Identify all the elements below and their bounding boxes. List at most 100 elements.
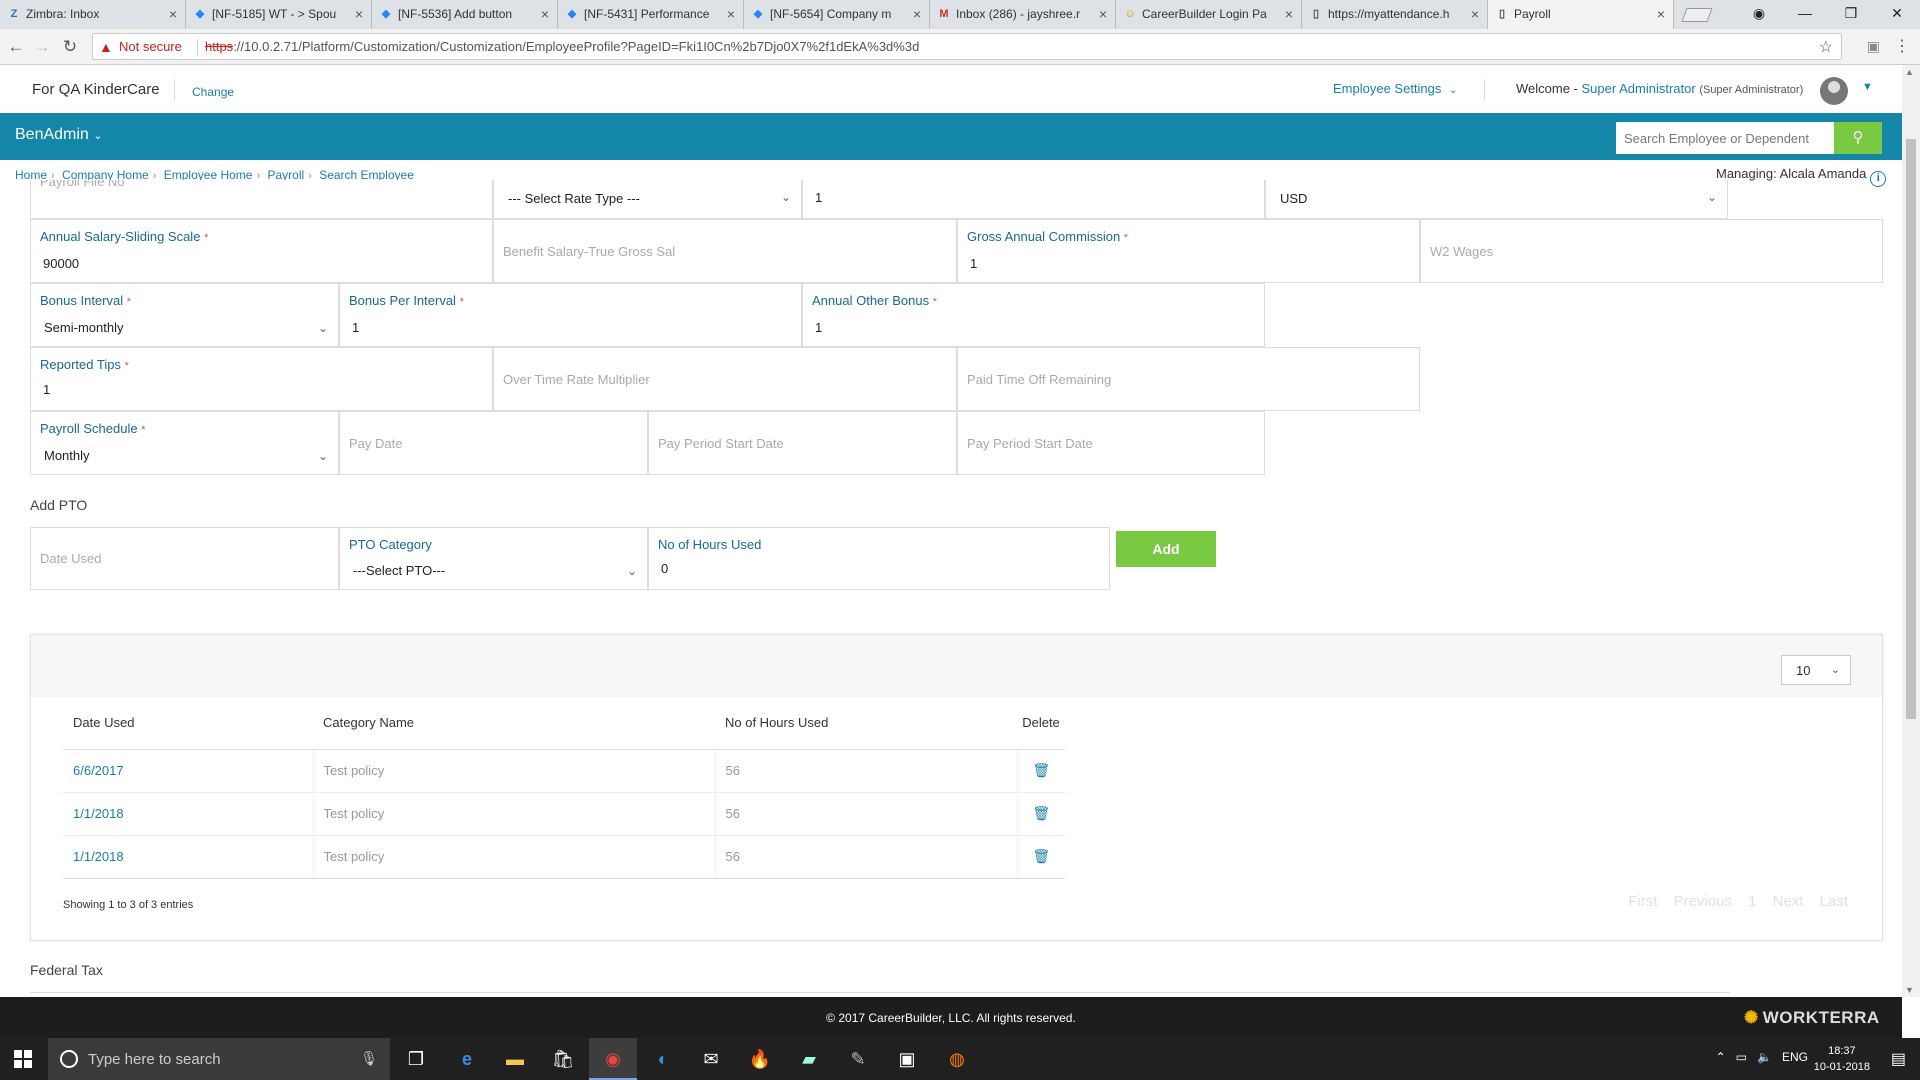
maximize-icon[interactable]: ❐ — [1828, 0, 1874, 29]
date-used-link[interactable]: 6/6/2017 — [63, 749, 314, 793]
payroll-schedule-select[interactable]: Payroll Schedule * Monthly ⌄ — [30, 411, 339, 475]
user-name-link[interactable]: Super Administrator — [1582, 81, 1696, 96]
language-indicator[interactable]: ENG — [1782, 1050, 1808, 1064]
profile-icon[interactable]: ◉ — [1736, 0, 1782, 29]
pto-category-select[interactable]: PTO Category ---Select PTO--- ⌄ — [339, 527, 648, 590]
gross-commission-field[interactable]: Gross Annual Commission * 1 — [957, 219, 1420, 283]
bonus-per-interval-field[interactable]: Bonus Per Interval * 1 — [339, 283, 802, 347]
pager-next[interactable]: Next — [1773, 893, 1804, 910]
chevron-up-icon[interactable]: ⌃ — [1716, 1050, 1726, 1064]
browser-tab[interactable]: Z Zimbra: Inbox × — [0, 0, 186, 29]
mail-icon[interactable]: ✉ — [687, 1038, 735, 1080]
date-used-field[interactable]: Date Used — [30, 527, 339, 590]
notepad-icon[interactable]: ▰ — [785, 1038, 833, 1080]
url-text[interactable]: https://10.0.2.71/Platform/Customization… — [205, 39, 919, 54]
pager-last[interactable]: Last — [1820, 893, 1848, 910]
flame-app-icon[interactable]: 🔥 — [736, 1038, 784, 1080]
bonus-interval-select[interactable]: Bonus Interval * Semi-monthly ⌄ — [30, 283, 339, 347]
forward-icon[interactable]: → — [32, 37, 52, 57]
pager-previous[interactable]: Previous — [1674, 893, 1732, 910]
caret-down-icon[interactable]: ▼ — [1862, 81, 1873, 93]
date-used-link[interactable]: 1/1/2018 — [63, 835, 314, 879]
close-tab-icon[interactable]: × — [169, 0, 177, 29]
delete-icon[interactable]: 🗑 — [1032, 805, 1050, 821]
close-tab-icon[interactable]: × — [1285, 0, 1293, 29]
avatar[interactable] — [1820, 77, 1848, 105]
file-explorer-icon[interactable]: ▬ — [491, 1038, 539, 1080]
w2-wages-field[interactable]: W2 Wages — [1420, 219, 1883, 283]
page-size-select[interactable]: 10 ⌄ — [1781, 655, 1851, 685]
firefox-icon[interactable]: ◍ — [933, 1038, 981, 1080]
browser-menu-icon[interactable]: ⋮ — [1894, 36, 1910, 56]
back-icon[interactable]: ← — [6, 37, 26, 57]
browser-tab[interactable]: ◆ [NF-5536] Add button × — [372, 0, 558, 29]
overtime-multiplier-field[interactable]: Over Time Rate Multiplier — [493, 347, 957, 411]
reported-tips-field[interactable]: Reported Tips * 1 — [30, 347, 493, 411]
employee-settings-menu[interactable]: Employee Settings ⌄ — [1333, 81, 1457, 96]
column-header[interactable]: Date Used — [63, 697, 313, 750]
column-header[interactable]: No of Hours Used — [715, 697, 1017, 750]
store-icon[interactable]: 🛍 — [539, 1038, 587, 1080]
scroll-up-icon[interactable]: ▲ — [1905, 67, 1914, 77]
close-window-icon[interactable]: ✕ — [1874, 0, 1920, 29]
pager-page[interactable]: 1 — [1748, 893, 1756, 910]
hours-used-field[interactable]: No of Hours Used 0 — [648, 527, 1110, 590]
delete-icon[interactable]: 🗑 — [1032, 848, 1050, 864]
volume-icon[interactable]: 🔈 — [1757, 1050, 1772, 1064]
column-header[interactable]: Category Name — [313, 697, 715, 750]
payroll-file-no-field[interactable]: Payroll File No — [30, 180, 493, 219]
reload-icon[interactable]: ↻ — [60, 37, 80, 57]
currency-select[interactable]: USD ⌄ — [1265, 180, 1728, 219]
taskbar-search[interactable]: Type here to search 🎙 — [48, 1038, 390, 1080]
page-scrollbar[interactable]: ▲ ▼ — [1902, 65, 1920, 997]
app-icon[interactable]: ◐ — [639, 1038, 687, 1080]
notifications-icon[interactable]: ▤ — [1891, 1049, 1906, 1069]
close-tab-icon[interactable]: × — [1099, 0, 1107, 29]
add-pto-button[interactable]: Add — [1116, 531, 1216, 567]
delete-icon[interactable]: 🗑 — [1032, 762, 1050, 778]
browser-tab[interactable]: ◆ [NF-5185] WT - > Spou × — [186, 0, 372, 29]
task-view-icon[interactable]: ❐ — [392, 1038, 440, 1080]
close-tab-icon[interactable]: × — [727, 0, 735, 29]
rate-type-select[interactable]: --- Select Rate Type --- ⌄ — [493, 180, 802, 219]
browser-tab[interactable]: ☺ CareerBuilder Login Pa × — [1116, 0, 1302, 29]
close-tab-icon[interactable]: × — [541, 0, 549, 29]
close-tab-icon[interactable]: × — [913, 0, 921, 29]
pay-period-start-field[interactable]: Pay Period Start Date — [648, 411, 957, 475]
annual-other-bonus-field[interactable]: Annual Other Bonus * 1 — [802, 283, 1265, 347]
browser-tab[interactable]: ◆ [NF-5431] Performance × — [558, 0, 744, 29]
edge-icon[interactable]: e — [443, 1038, 491, 1080]
pto-remaining-field[interactable]: Paid Time Off Remaining — [957, 347, 1420, 411]
scroll-down-icon[interactable]: ▼ — [1905, 985, 1914, 995]
windows-start-icon[interactable] — [14, 1050, 32, 1068]
bookmark-star-icon[interactable]: ☆ — [1819, 37, 1833, 57]
paint-icon[interactable]: ✎ — [834, 1038, 882, 1080]
employee-search-input[interactable] — [1616, 122, 1834, 154]
network-icon[interactable]: ▭ — [1736, 1050, 1747, 1064]
omnibox[interactable]: ▲ Not secure https://10.0.2.71/Platform/… — [92, 33, 1842, 60]
photos-icon[interactable]: ▣ — [883, 1038, 931, 1080]
browser-tab-active[interactable]: ▯ Payroll × — [1488, 0, 1674, 29]
annual-salary-field[interactable]: Annual Salary-Sliding Scale * 90000 — [30, 219, 493, 283]
taskbar-clock[interactable]: 18:37 10-01-2018 — [1814, 1043, 1870, 1075]
close-tab-icon[interactable]: × — [1657, 0, 1665, 29]
minimize-icon[interactable]: — — [1782, 0, 1828, 29]
pager-first[interactable]: First — [1628, 893, 1657, 910]
chrome-icon[interactable]: ◉ — [589, 1038, 637, 1080]
scroll-thumb[interactable] — [1906, 139, 1916, 719]
benefit-salary-field[interactable]: Benefit Salary-True Gross Sal — [493, 219, 957, 283]
browser-tab[interactable]: M Inbox (286) - jayshree.r × — [930, 0, 1116, 29]
rate-value-field[interactable]: 1 — [802, 180, 1265, 219]
date-used-link[interactable]: 1/1/2018 — [63, 792, 314, 836]
microphone-icon[interactable]: 🎙 — [360, 1050, 378, 1067]
close-tab-icon[interactable]: × — [1471, 0, 1479, 29]
pay-date-field[interactable]: Pay Date — [339, 411, 648, 475]
new-tab-button[interactable] — [1674, 0, 1714, 29]
pay-period-start-field-2[interactable]: Pay Period Start Date — [957, 411, 1265, 475]
browser-tab[interactable]: ▯ https://myattendance.h × — [1302, 0, 1488, 29]
info-icon[interactable]: i — [1870, 171, 1887, 187]
change-company-link[interactable]: Change — [192, 85, 234, 99]
close-tab-icon[interactable]: × — [355, 0, 363, 29]
browser-tab[interactable]: ◆ [NF-5654] Company m × — [744, 0, 930, 29]
extension-icon[interactable]: ▣ — [1867, 38, 1880, 55]
